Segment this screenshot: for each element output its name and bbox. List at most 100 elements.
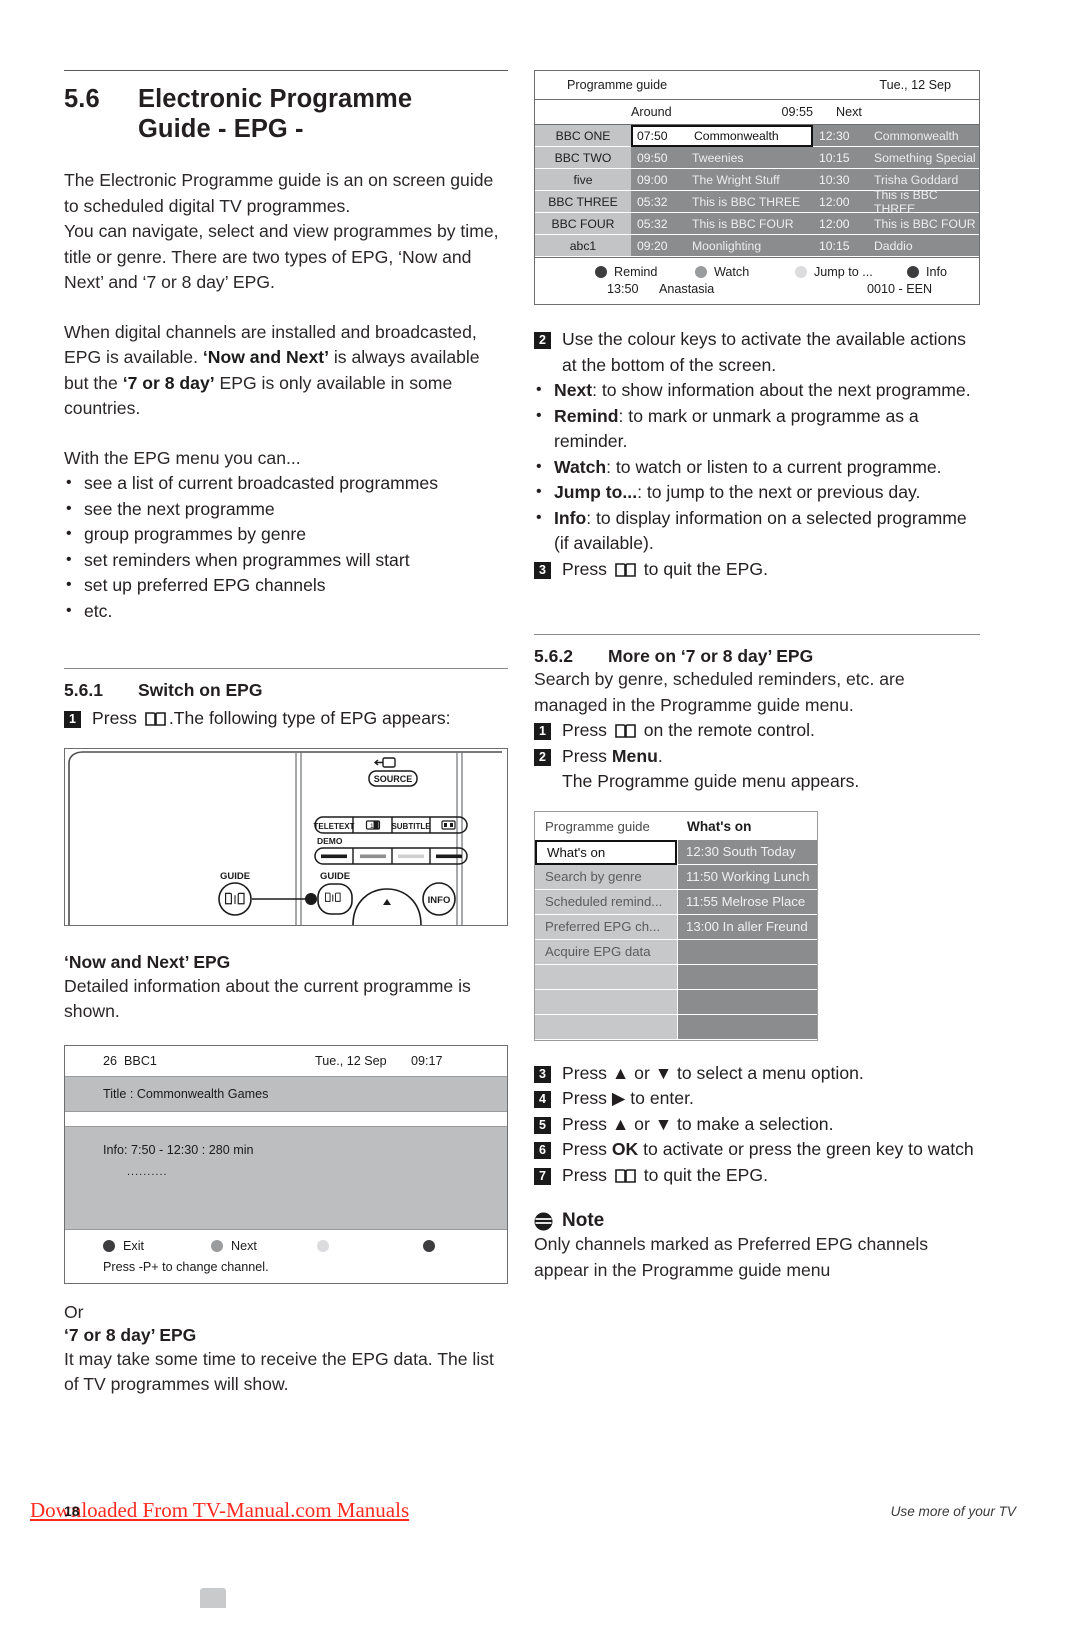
nn-time: 09:17 <box>411 1053 443 1068</box>
nn-gap <box>65 1111 507 1126</box>
epg-channel: BBC FOUR <box>535 213 631 235</box>
epg-now-cell[interactable]: 05:32 This is BBC THREE <box>631 191 813 213</box>
svg-text:TELETEXT: TELETEXT <box>314 822 355 831</box>
pgm-option: Scheduled remind... <box>535 889 677 915</box>
epg-title-bar: Programme guide Tue., 12 Sep <box>535 71 979 100</box>
page-title: 5.6 Electronic Programme Guide - EPG - <box>64 84 508 144</box>
epg-next-cell[interactable]: 12:00 This is BBC THREE <box>813 188 979 216</box>
guide-book-icon <box>615 562 636 577</box>
subsection-562-text: Search by genre, scheduled reminders, et… <box>534 669 905 715</box>
svg-text:SOURCE: SOURCE <box>374 774 413 784</box>
blue-key-dot-icon <box>423 1239 436 1253</box>
menu-item[interactable]: Acquire EPG data <box>535 939 817 965</box>
page-tab-marker <box>200 1588 226 1608</box>
epg-now-cell[interactable]: 09:50 Tweenies <box>631 147 813 169</box>
list-item: etc. <box>64 598 508 625</box>
pgm-option: Acquire EPG data <box>535 939 677 965</box>
epg-status-bar: 13:50 Anastasia 0010 - EEN <box>535 282 979 296</box>
colour-keys-list: Next: to show information about the next… <box>534 377 980 557</box>
pgm-value: 11:50 Working Lunch <box>677 864 817 890</box>
list-item: see the next programme <box>64 496 508 523</box>
right-column: Programme guide Tue., 12 Sep Around 09:5… <box>534 70 980 1283</box>
pgm-option <box>535 964 677 990</box>
day7-text: It may take some time to receive the EPG… <box>64 1348 494 1395</box>
subsection-562-rule <box>534 634 980 635</box>
yellow-key-dot-icon <box>317 1239 330 1253</box>
watermark: Downloaded From TV-Manual.com Manuals <box>30 1498 410 1522</box>
epg-menu-list: see a list of current broadcasted progra… <box>64 470 508 625</box>
nn-footer-note: Press -P+ to change channel. <box>103 1259 269 1274</box>
menu-item[interactable]: Scheduled remind... 11:55 Melrose Place <box>535 889 817 915</box>
epg-next-cell[interactable]: 12:00 This is BBC FOUR <box>813 213 979 235</box>
nn-key-exit[interactable]: Exit <box>103 1239 211 1253</box>
footer-right-text: Use more of your TV <box>890 1504 1016 1519</box>
pgm-value: 11:55 Melrose Place <box>677 889 817 915</box>
table-row[interactable]: BBC FOUR 05:32 This is BBC FOUR 12:00 Th… <box>535 213 979 235</box>
now-next-epg-screen: 26 BBC1 Tue., 12 Sep 09:17 Title : Commo… <box>64 1044 508 1284</box>
epg-footer: Remind Watch Jump to ... Info 13:50 Anas… <box>535 257 979 304</box>
epg-now-cell[interactable]: 07:50 Commonwealth <box>631 125 813 147</box>
epg-now-cell[interactable]: 09:00 The Wright Stuff <box>631 169 813 191</box>
nn-key-4[interactable] <box>423 1239 443 1253</box>
subsection-number: 5.6.2 <box>534 646 573 666</box>
epg-next-cell[interactable]: 12:30 Commonwealth <box>813 125 979 147</box>
epg-col-time: 09:55 <box>781 105 813 119</box>
table-row[interactable]: BBC THREE 05:32 This is BBC THREE 12:00 … <box>535 188 979 216</box>
menu-item[interactable]: Preferred EPG ch... 13:00 In aller Freun… <box>535 914 817 940</box>
intro-paragraph-1: The Electronic Programme guide is an on … <box>64 170 499 293</box>
pgm-option <box>535 989 677 1015</box>
guide-book-icon <box>615 1168 636 1183</box>
menu-item[interactable]: Search by genre 11:50 Working Lunch <box>535 864 817 890</box>
epg-channel: five <box>535 169 631 191</box>
now-and-next-text: Detailed information about the current p… <box>64 975 471 1022</box>
pgm-value <box>677 1014 817 1040</box>
step-r1: 1 Press on the remote control. <box>534 718 980 744</box>
list-item: group programmes by genre <box>64 521 508 548</box>
nn-info-row: Info: 7:50 - 12:30 : 280 min .......... <box>65 1125 507 1230</box>
list-item: Remind: to mark or unmark a programme as… <box>534 403 980 455</box>
epg-key-jumpto[interactable]: Jump to ... <box>795 265 907 279</box>
nn-key-3[interactable] <box>317 1239 423 1253</box>
pgm-option <box>535 1014 677 1040</box>
epg-menu-lead: With the EPG menu you can... <box>64 447 301 468</box>
nn-key-next[interactable]: Next <box>211 1239 317 1253</box>
step-1: 1 Press .The following type of EPG appea… <box>64 706 508 732</box>
menu-item[interactable]: What's on 12:30 South Today <box>535 839 817 865</box>
epg-key-info[interactable]: Info <box>907 265 947 279</box>
pgm-option: What's on <box>535 839 677 865</box>
pgm-header-right: What's on <box>687 818 752 834</box>
guide-book-icon <box>145 711 166 726</box>
epg-now-cell[interactable]: 09:20 Moonlighting <box>631 235 813 257</box>
epg-now-cell[interactable]: 05:32 This is BBC FOUR <box>631 213 813 235</box>
pgm-option: Preferred EPG ch... <box>535 914 677 940</box>
table-row[interactable]: BBC TWO 09:50 Tweenies 10:15 Something S… <box>535 147 979 169</box>
svg-text:GUIDE: GUIDE <box>320 871 350 882</box>
guide-book-icon <box>615 723 636 738</box>
subsection-number: 5.6.1 <box>64 680 103 701</box>
epg-next-cell[interactable]: 10:15 Daddio <box>813 235 979 257</box>
epg-channel: abc1 <box>535 235 631 257</box>
step-r3: 3 Press ▲ or ▼ to select a menu option. <box>534 1061 980 1087</box>
list-item: set reminders when programmes will start <box>64 547 508 574</box>
day7-heading: ‘7 or 8 day’ EPG <box>64 1325 197 1346</box>
svg-text:SUBTITLE: SUBTITLE <box>391 822 431 831</box>
epg-col-around: Around <box>631 105 672 119</box>
pgm-option: Search by genre <box>535 864 677 890</box>
menu-item <box>535 964 817 990</box>
remote-control-illustration: SOURCE TELETEXT 1 SUBTITLE DEMO GUIDE GU… <box>64 747 508 926</box>
epg-key-remind[interactable]: Remind <box>595 265 695 279</box>
epg-key-watch[interactable]: Watch <box>695 265 795 279</box>
epg-screen: Programme guide Tue., 12 Sep Around 09:5… <box>534 70 980 305</box>
nn-channel: 26 BBC1 <box>103 1053 157 1068</box>
note-heading: Note <box>534 1210 980 1232</box>
table-row[interactable]: abc1 09:20 Moonlighting 10:15 Daddio <box>535 235 979 257</box>
table-row[interactable]: BBC ONE 07:50 Commonwealth 12:30 Commonw… <box>535 125 979 147</box>
section-title: Electronic Programme Guide - EPG - <box>138 85 413 144</box>
page-number: 18 <box>64 1503 80 1519</box>
epg-next-cell[interactable]: 10:15 Something Special <box>813 147 979 169</box>
red-key-dot-icon <box>103 1239 116 1253</box>
menu-item <box>535 989 817 1015</box>
subsection-title: Switch on EPG <box>138 680 263 701</box>
step-number: 2 <box>534 748 551 766</box>
step-number: 6 <box>534 1142 551 1159</box>
